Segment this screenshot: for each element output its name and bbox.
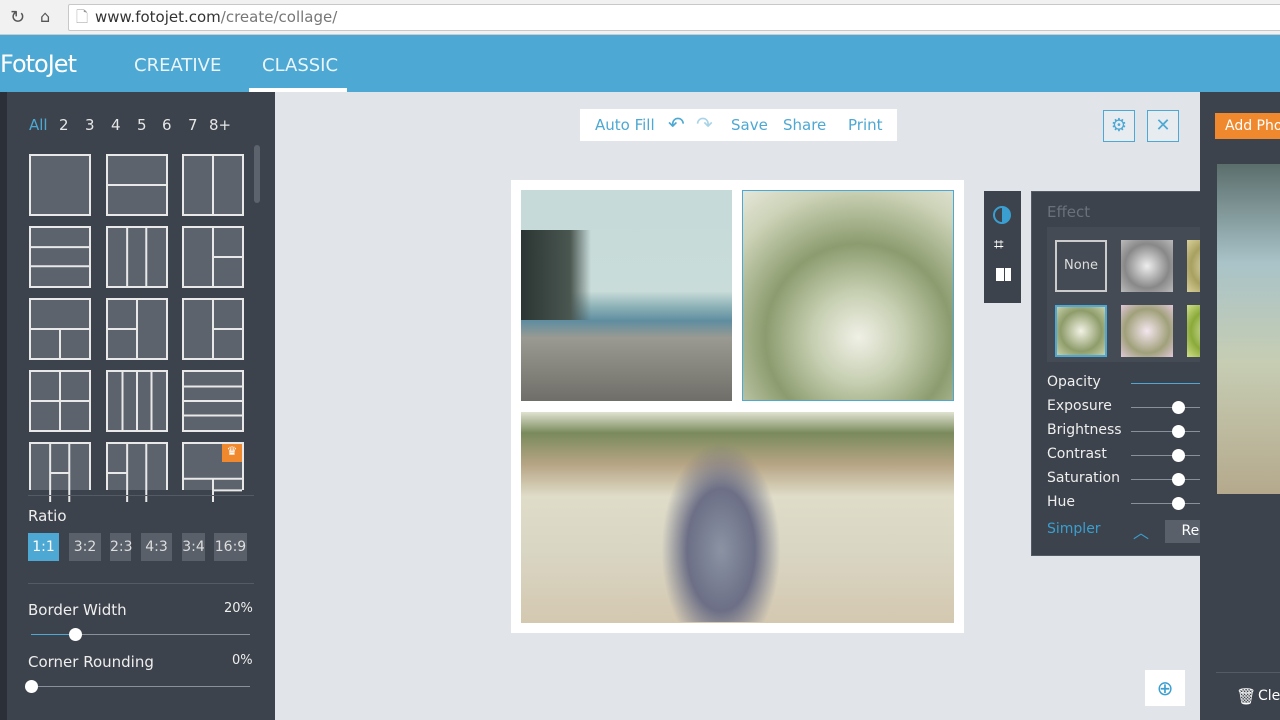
border-width-handle[interactable]: [68, 628, 82, 641]
close-button[interactable]: ✕: [1147, 110, 1179, 142]
slider-label: Exposure: [1047, 398, 1112, 414]
collage-canvas: [511, 180, 964, 633]
chevron-up-icon[interactable]: ︿: [1133, 519, 1149, 543]
template-scrollbar[interactable]: [254, 145, 260, 203]
zoom-in-icon: ⊕: [1156, 676, 1174, 700]
count-filter[interactable]: 6: [162, 116, 172, 134]
divider: [1216, 672, 1280, 673]
ratio-option[interactable]: 3:4: [182, 533, 205, 561]
ratio-option[interactable]: 2:3: [110, 533, 133, 561]
layout-template[interactable]: [29, 370, 91, 432]
photo-thumbnails[interactable]: [1217, 164, 1280, 494]
save-button[interactable]: Save: [731, 116, 768, 134]
divider: [28, 583, 254, 584]
slider-handle[interactable]: [1172, 401, 1185, 414]
clear-button[interactable]: Clear: [1258, 688, 1280, 704]
layout-template[interactable]: [182, 298, 244, 360]
url-host: www.fotojet.com: [95, 8, 221, 26]
layout-template[interactable]: [106, 154, 168, 216]
ratio-option[interactable]: 3:2: [69, 533, 101, 561]
effect-icon[interactable]: [993, 206, 1011, 224]
layout-template[interactable]: [182, 370, 244, 432]
photo-flowers[interactable]: [742, 190, 954, 401]
slider-label: Hue: [1047, 494, 1076, 510]
ratio-label: Ratio: [28, 507, 67, 525]
layout-template[interactable]: [182, 154, 244, 216]
effect-pink[interactable]: [1121, 305, 1173, 357]
layout-template[interactable]: [106, 442, 168, 502]
share-button[interactable]: Share: [783, 116, 826, 134]
count-filter[interactable]: 5: [137, 116, 147, 134]
page-icon: 🗋: [76, 8, 89, 26]
corner-rounding-value: 0%: [232, 653, 253, 668]
ratio-option[interactable]: 16:9: [214, 533, 247, 561]
flip-icon[interactable]: [996, 268, 1011, 281]
effect-title: Effect: [1047, 203, 1091, 221]
count-filter[interactable]: 3: [85, 116, 95, 134]
corner-rounding-slider[interactable]: [31, 686, 250, 687]
layout-template[interactable]: ♛: [182, 442, 244, 502]
slider-label: Contrast: [1047, 446, 1107, 462]
tab-classic[interactable]: CLASSIC: [262, 55, 338, 76]
close-icon: ✕: [1155, 115, 1171, 136]
count-filter[interactable]: 2: [59, 116, 69, 134]
zoom-in-button[interactable]: ⊕: [1145, 670, 1185, 706]
layout-template[interactable]: [106, 298, 168, 360]
premium-crown-icon: ♛: [222, 444, 242, 462]
slider-label: Saturation: [1047, 470, 1120, 486]
print-button[interactable]: Print: [848, 116, 883, 134]
slider-handle[interactable]: [1172, 497, 1185, 510]
crop-icon[interactable]: ⌗: [994, 235, 1004, 255]
layout-template[interactable]: [29, 226, 91, 288]
photo-girl-beach[interactable]: [521, 412, 954, 623]
undo-icon[interactable]: ↶: [668, 112, 685, 136]
corner-rounding-handle[interactable]: [25, 680, 38, 693]
address-bar[interactable]: 🗋 www.fotojet.com/create/collage/: [68, 4, 1280, 31]
layout-template[interactable]: [29, 154, 91, 216]
slider-label: Brightness: [1047, 422, 1122, 438]
slider-handle[interactable]: [1172, 425, 1185, 438]
layout-template[interactable]: [29, 298, 91, 360]
corner-rounding-label: Corner Rounding: [28, 653, 154, 671]
effect-bw[interactable]: [1121, 240, 1173, 292]
layout-template[interactable]: [29, 442, 91, 502]
border-width-value: 20%: [224, 601, 253, 616]
divider: [28, 495, 254, 496]
tab-creative[interactable]: CREATIVE: [134, 55, 221, 76]
redo-icon[interactable]: ↷: [696, 112, 713, 136]
ratio-option[interactable]: 4:3: [141, 533, 172, 561]
photo-beach[interactable]: [521, 190, 732, 401]
count-filter[interactable]: 4: [111, 116, 121, 134]
layout-template[interactable]: [106, 226, 168, 288]
layout-template[interactable]: [182, 226, 244, 288]
reload-icon[interactable]: ↻: [10, 7, 25, 28]
ratio-option[interactable]: 1:1: [28, 533, 59, 561]
sidebar-edge: [0, 92, 7, 720]
count-filter[interactable]: All: [29, 116, 48, 134]
count-filter[interactable]: 8+: [209, 116, 231, 134]
logo[interactable]: FotoJet: [0, 50, 77, 78]
slider-handle[interactable]: [1172, 473, 1185, 486]
effect-selected[interactable]: [1055, 305, 1107, 357]
gear-icon: ⚙: [1110, 115, 1128, 136]
trash-icon[interactable]: 🗑: [1236, 687, 1256, 706]
auto-fill-button[interactable]: Auto Fill: [595, 116, 655, 134]
add-photos-button[interactable]: Add Photos: [1215, 113, 1280, 139]
border-width-label: Border Width: [28, 601, 127, 619]
slider-label: Opacity: [1047, 374, 1101, 390]
effect-none[interactable]: None: [1055, 240, 1107, 292]
layout-template[interactable]: [106, 370, 168, 432]
home-icon[interactable]: ⌂: [40, 7, 50, 26]
url-path: /create/collage/: [220, 8, 338, 26]
count-filter[interactable]: 7: [188, 116, 198, 134]
settings-button[interactable]: ⚙: [1103, 110, 1135, 142]
simpler-link[interactable]: Simpler: [1047, 521, 1101, 537]
slider-handle[interactable]: [1172, 449, 1185, 462]
